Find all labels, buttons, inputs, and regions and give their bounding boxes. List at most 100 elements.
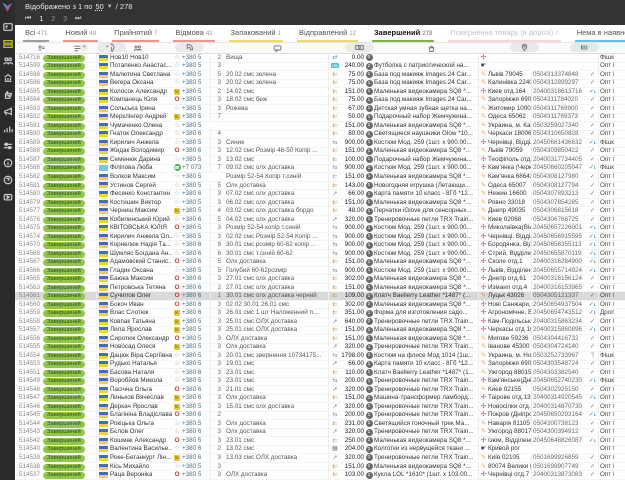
status-badge[interactable]: Завершений [43,445,96,453]
manager-tag[interactable]: Фішка [598,139,614,147]
tracking-number[interactable]: 20400318613716 [531,88,587,96]
status-filter-caret[interactable]: ▾ [81,44,88,51]
delivery-city[interactable]: Ровно 33018 [488,199,531,207]
delivery-city[interactable]: Измаил отд.4 [488,284,531,292]
manager-tag[interactable]: Опт L [598,79,614,87]
table-row[interactable]: 514565ЗавершенийБаюка МаксимO+380 6327.0… [15,275,625,284]
status-badge[interactable]: Завершений [43,182,96,190]
delivery-city[interactable]: Кам'янка 68643 [488,173,531,181]
client-phone[interactable]: +380 5 [182,156,210,164]
tracking-number[interactable]: 20450648826087 [531,437,587,445]
tracking-number[interactable]: 0504311784020 [531,96,587,104]
client-name[interactable]: Сучилов Олег [110,292,172,300]
tracking-number[interactable]: 0504305121337 [531,292,587,300]
table-row[interactable]: 514549ЗавершенийВоробйов Микола☆+380 532… [15,378,625,387]
client-name[interactable]: Деркач Ярослав [110,403,172,411]
table-row[interactable]: 514557ЗавершенийЛила Ярославlc+380 5325.… [15,327,625,336]
table-row[interactable]: 514586ЗавершенийФіліпова Люба☎+7 073709.… [15,165,625,174]
status-badge[interactable]: Завершений [43,54,96,62]
manager-tag[interactable]: Опт L [598,275,614,283]
client-phone[interactable]: +380 6 [182,428,210,436]
status-badge[interactable]: Завершений [43,71,96,79]
table-row[interactable]: 514556ЗавершенийСиротюк ОлександрO+380 5… [15,335,625,344]
manager-comment[interactable]: 02.02 смс Розмір 52-54 Копір ... [223,233,328,241]
manager-comment[interactable]: 19.01 смс [223,360,328,368]
table-row[interactable]: 514555ЗавершенийНовосад Олесяlc+380 53Ол… [15,344,625,353]
tab-5[interactable]: Запакований1 [229,28,283,42]
tracking-number[interactable]: 0504308127980 [531,173,587,181]
client-phone[interactable]: +380 6 [182,411,210,419]
status-badge[interactable]: Завершений [43,428,96,436]
manager-tag[interactable]: Опт L [598,369,614,377]
product-name[interactable]: Костюм Мод. 259 (1шт. х 900.00... [374,267,478,275]
client-name[interactable]: Воробйов Микола [110,377,172,385]
status-badge[interactable]: Завершений [43,267,96,275]
sliders-icon[interactable] [2,140,13,151]
manager-tag[interactable]: Дроп [598,309,614,317]
delivery-city[interactable]: Запоріжжя 690... [488,360,531,368]
manager-comment[interactable]: 03.02 смс олх доставка бордо [223,207,328,215]
product-name[interactable]: Подарочный набор Жемчужина... [374,156,478,164]
delivery-city[interactable]: Киев отд.164 [488,88,531,96]
client-phone[interactable]: +380 5 [182,182,210,190]
client-name[interactable]: Нов10 Нов10 [110,54,172,62]
tracking-number[interactable]: 0504300738123 [531,420,587,428]
tracking-number[interactable]: 0504309850422 [531,147,587,155]
tracking-number[interactable]: 20400313873083 [531,471,587,479]
status-badge[interactable]: Завершений [43,318,96,326]
manager-comment[interactable]: 20.02 смс зелена [223,79,328,87]
manager-comment[interactable]: Олх доставка [223,420,328,428]
status-badge[interactable]: Завершений [43,437,96,445]
client-phone[interactable]: +380 5 [182,352,210,360]
client-name[interactable]: Бєлов Олег [110,428,172,436]
delivery-city[interactable]: Іванове 45300 [488,343,531,351]
orders-card-icon[interactable] [2,21,13,32]
product-name[interactable]: Костюм Мод. 259 (1шт. х 900.00... [374,241,478,249]
delivery-city[interactable]: Кам'янське(Дні... [488,377,531,385]
status-badge[interactable]: Завершений [43,250,96,258]
app-logo[interactable] [1,1,14,14]
table-row[interactable]: 514587ЗавершенийСеменюк Дарина☆+380 5313… [15,156,625,165]
status-badge[interactable]: Завершений [43,284,96,292]
manager-tag[interactable]: Опт L [598,182,614,190]
product-name[interactable]: Маленькая видеокамера SQ8 *... [374,463,478,471]
client-name[interactable]: Новосад Олеся [110,343,172,351]
client-name[interactable]: Устинов Сергей [110,182,172,190]
status-badge[interactable]: Завершений [43,139,96,147]
status-badge[interactable]: Завершений [43,62,96,70]
client-phone[interactable]: +380 6 [182,445,210,453]
client-phone[interactable]: +380 5 [182,139,210,147]
client-phone[interactable]: +380 5 [182,199,210,207]
client-name[interactable]: Рокіцька Ольга [110,420,172,428]
tracking-number[interactable]: 0501699926859 [531,454,587,462]
delivery-city[interactable]: Миколаївка(Він... [488,224,531,232]
table-row[interactable]: 514577ЗавершенийЧерниш Максимlc+380 5403… [15,207,625,216]
delivery-city[interactable]: Днепр отд.61 [488,275,531,283]
status-badge[interactable]: Завершений [43,233,96,241]
table-row[interactable]: 514591ЗавершенийЧумаченко Олена☆+380 5⇇1… [15,122,625,131]
manager-comment[interactable]: Олх доставка [223,428,328,436]
manager-tag[interactable]: Опт L [598,318,614,326]
client-name[interactable]: Влас Слотюк [110,309,172,317]
delivery-city[interactable]: Нежин 16600 [488,190,531,198]
status-badge[interactable]: Завершений [43,216,96,224]
manager-tag[interactable]: Опт L [598,250,614,258]
manager-comment[interactable]: 25.01 смс ОЛХ доставка [223,326,328,334]
tracking-number[interactable]: 20450656915595 [531,233,587,241]
tracking-number[interactable]: 20400314920545 [531,394,587,402]
product-name[interactable]: Маленькая видеокамера SQ8 *... [374,199,478,207]
manager-comment[interactable]: ОЛХ доставка [223,335,328,343]
client-name[interactable]: Линьков Вячеслав [110,394,172,402]
tracking-number[interactable]: 0504304724140 [531,343,587,351]
table-row[interactable]: 514576ЗавершенийКобилинський Юрий☆+380 6… [15,216,625,225]
delivery-city[interactable]: Ужгород 88017 [488,428,531,436]
table-row[interactable]: 514547ЗавершенийЛиньков Вячеславlc+380 6… [15,395,625,404]
delivery-city[interactable]: Черкаси 18006 [488,130,531,138]
manager-comment[interactable]: Олх доставка [223,394,328,402]
product-name[interactable]: Маленькая видеокамера SQ8 *... [374,326,478,334]
info-icon[interactable] [2,157,13,168]
client-name[interactable]: Петровська Тетяна [110,284,172,292]
manager-tag[interactable]: Опт L [598,130,614,138]
tracking-number[interactable]: 0504311769900 [531,105,587,113]
page-number-3[interactable]: 3 [63,16,67,23]
